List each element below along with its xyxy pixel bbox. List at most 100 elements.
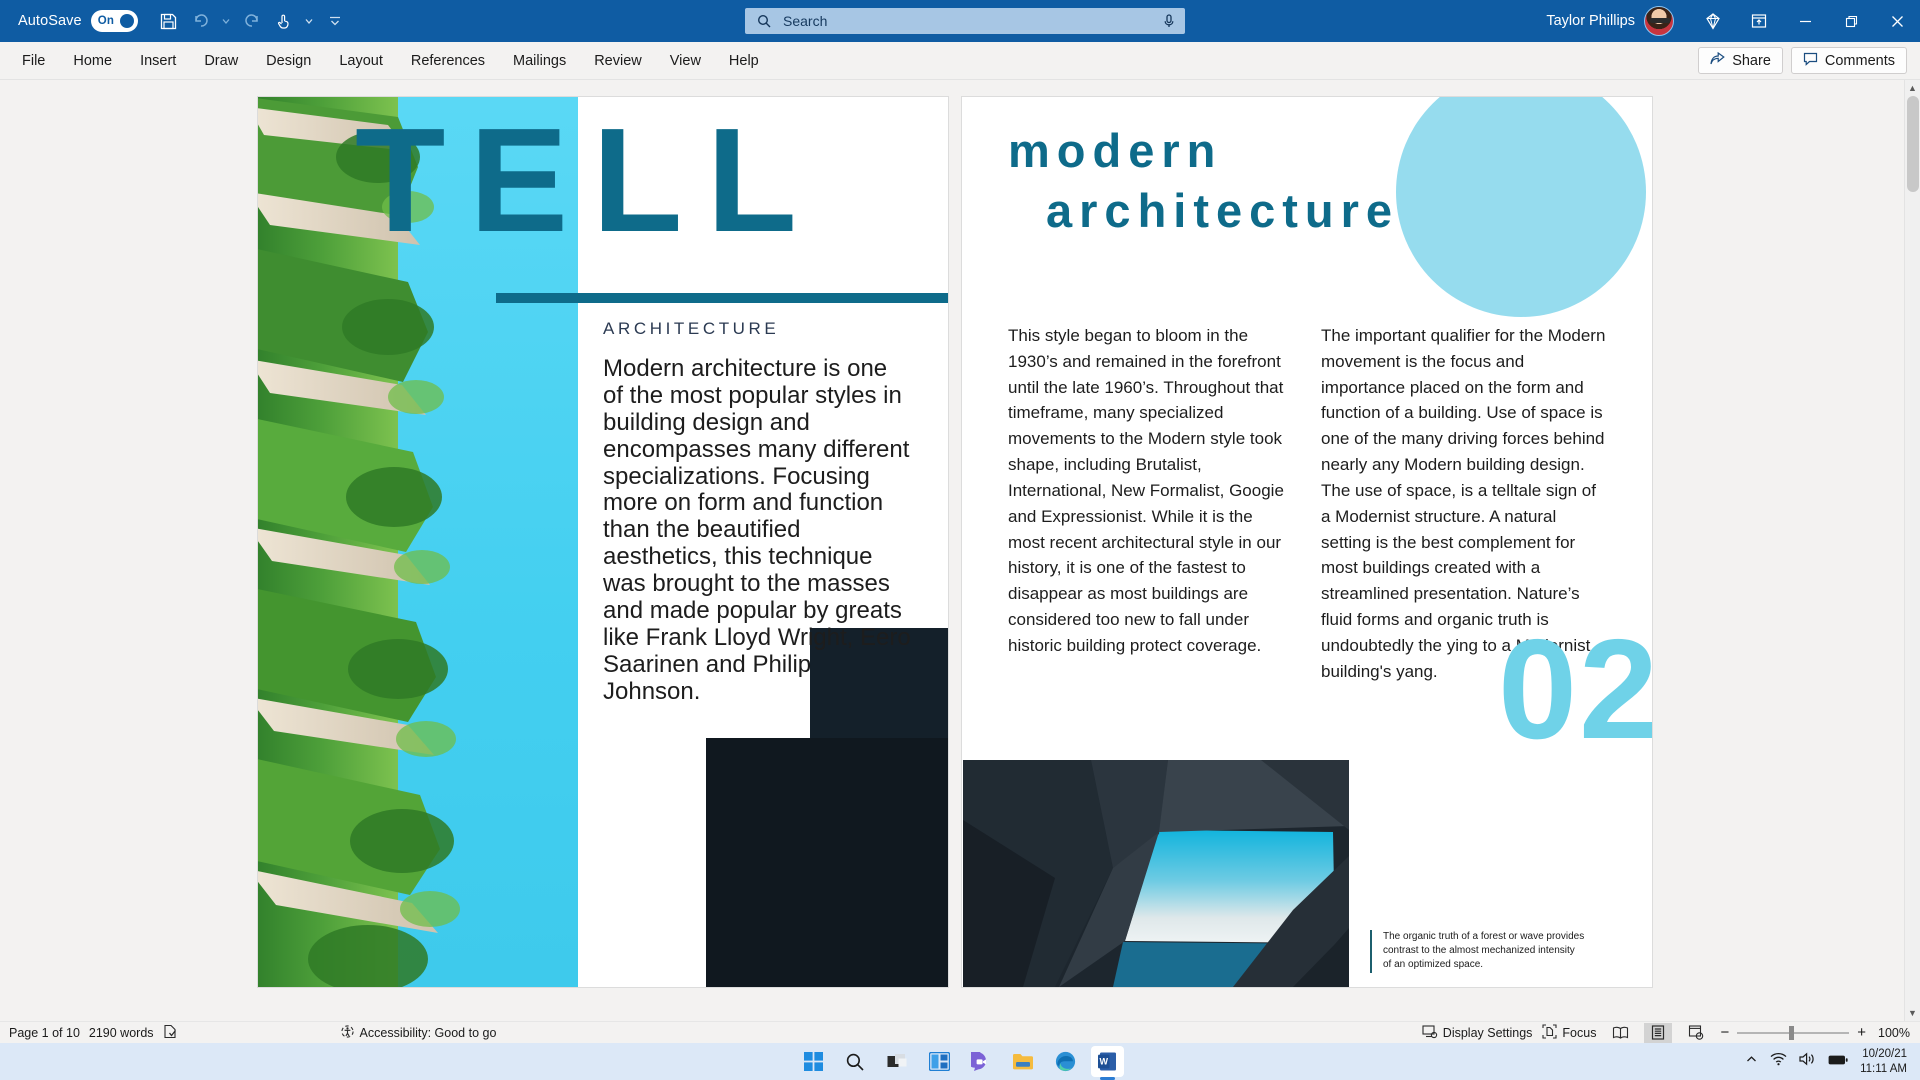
page-indicator[interactable]: Page 1 of 10 — [9, 1026, 80, 1040]
widgets-button[interactable] — [923, 1046, 956, 1077]
photo-caption: The organic truth of a forest or wave pr… — [1370, 930, 1585, 973]
chat-button[interactable] — [965, 1046, 998, 1077]
display-settings-icon — [1422, 1024, 1438, 1042]
customize-qat-icon[interactable] — [320, 6, 350, 36]
file-explorer-button[interactable] — [1007, 1046, 1040, 1077]
scrollbar-thumb[interactable] — [1907, 96, 1919, 192]
autosave-toggle[interactable]: On — [90, 10, 138, 32]
zoom-in-button[interactable]: + — [1857, 1024, 1866, 1041]
tab-home[interactable]: Home — [59, 47, 126, 75]
task-view-button[interactable] — [881, 1046, 914, 1077]
photo-geometry — [963, 760, 1349, 987]
ribbon-tab-bar: File Home Insert Draw Design Layout Refe… — [0, 42, 1920, 80]
autosave-control[interactable]: AutoSave On — [18, 10, 138, 32]
tab-draw[interactable]: Draw — [190, 47, 252, 75]
tab-layout[interactable]: Layout — [325, 47, 397, 75]
focus-button[interactable]: Focus — [1542, 1023, 1596, 1042]
decorative-circle — [1396, 97, 1646, 317]
concrete-interior-photo — [963, 760, 1349, 987]
body-column-1: This style began to bloom in the 1930’s … — [1008, 326, 1284, 655]
redo-icon[interactable] — [237, 6, 267, 36]
search-icon — [757, 14, 772, 29]
comment-icon — [1803, 52, 1818, 70]
title-line-modern: modern — [1008, 124, 1223, 177]
svg-text:W: W — [1099, 1056, 1108, 1066]
document-page-left[interactable]: TELL ARCHITECTURE Modern architecture is… — [258, 97, 948, 987]
left-page-body-paragraph: Modern architecture is one of the most p… — [603, 355, 911, 705]
read-mode-view-button[interactable] — [1606, 1023, 1634, 1043]
avatar[interactable] — [1644, 6, 1674, 36]
document-page-right[interactable]: modern architecture This style began to … — [962, 97, 1652, 987]
restore-button[interactable] — [1828, 0, 1874, 42]
office-diamond-icon[interactable] — [1690, 0, 1736, 42]
web-layout-view-button[interactable] — [1682, 1023, 1710, 1043]
tab-view[interactable]: View — [656, 47, 715, 75]
autosave-state-label: On — [97, 15, 115, 27]
photo-caption-text: The organic truth of a forest or wave pr… — [1383, 931, 1585, 971]
vertical-scrollbar[interactable]: ▲ ▼ — [1904, 80, 1920, 1021]
status-bar-left: Page 1 of 10 2190 words Accessibility: G… — [9, 1024, 496, 1042]
zoom-slider-thumb[interactable] — [1789, 1025, 1795, 1040]
search-box[interactable] — [745, 8, 1185, 34]
section-eyebrow-architecture: ARCHITECTURE — [603, 319, 780, 338]
left-page-text-block[interactable]: ARCHITECTURE Modern architecture is one … — [603, 319, 913, 705]
title-line-architecture: architecture — [1046, 184, 1400, 238]
undo-dropdown-icon[interactable] — [218, 6, 235, 36]
microphone-icon[interactable] — [1162, 13, 1176, 29]
search-input[interactable] — [783, 13, 1162, 29]
ribbon-tabs: File Home Insert Draw Design Layout Refe… — [8, 47, 773, 75]
print-layout-view-button[interactable] — [1644, 1022, 1673, 1043]
page-heading-tell: TELL — [355, 98, 821, 263]
tab-mailings[interactable]: Mailings — [499, 47, 580, 75]
title-bar: AutoSave On Architecture - Saved to OneD — [0, 0, 1920, 42]
right-page-title: modern architecture — [1008, 121, 1399, 241]
quick-access-toolbar — [154, 6, 350, 36]
tab-insert[interactable]: Insert — [126, 47, 190, 75]
autosave-toggle-knob — [119, 14, 134, 28]
tab-review[interactable]: Review — [580, 47, 656, 75]
comments-button[interactable]: Comments — [1790, 47, 1907, 74]
word-count[interactable]: 2190 words — [89, 1026, 154, 1040]
status-bar-right: Display Settings Focus − + 100% — [1422, 1022, 1910, 1043]
user-name: Taylor Phillips — [1546, 13, 1635, 29]
ribbon-right-group: Share Comments — [1698, 47, 1907, 74]
focus-icon — [1542, 1023, 1557, 1042]
accessibility-status[interactable]: Accessibility: Good to go — [340, 1024, 497, 1042]
zoom-control[interactable]: − + 100% — [1720, 1024, 1910, 1041]
undo-icon[interactable] — [186, 6, 216, 36]
heading-underline-rule — [496, 293, 948, 303]
scroll-down-arrow-icon[interactable]: ▼ — [1905, 1005, 1920, 1021]
tab-design[interactable]: Design — [252, 47, 325, 75]
page-spread: TELL ARCHITECTURE Modern architecture is… — [258, 97, 1652, 987]
status-bar: Page 1 of 10 2190 words Accessibility: G… — [0, 1021, 1920, 1043]
page-number-02: 02 — [1498, 610, 1652, 769]
share-button[interactable]: Share — [1698, 47, 1783, 74]
display-settings-button[interactable]: Display Settings — [1422, 1024, 1532, 1042]
touch-mode-icon[interactable] — [269, 6, 299, 36]
tab-help[interactable]: Help — [715, 47, 773, 75]
accessibility-icon — [340, 1024, 355, 1042]
titlebar-right-group: Taylor Phillips — [1546, 0, 1920, 42]
tab-file[interactable]: File — [8, 47, 59, 75]
document-canvas[interactable]: TELL ARCHITECTURE Modern architecture is… — [0, 80, 1920, 1021]
scroll-up-arrow-icon[interactable]: ▲ — [1905, 80, 1920, 96]
accessibility-label: Accessibility: Good to go — [359, 1025, 497, 1040]
start-button[interactable] — [797, 1046, 830, 1077]
zoom-slider[interactable] — [1737, 1025, 1850, 1040]
ribbon-display-options-icon[interactable] — [1736, 0, 1782, 42]
touch-dropdown-icon[interactable] — [301, 6, 318, 36]
word-button[interactable]: W — [1090, 1046, 1124, 1080]
taskbar: W 10/20/21 11:11 AM — [0, 1043, 1920, 1080]
edge-button[interactable] — [1049, 1046, 1082, 1077]
minimize-button[interactable] — [1782, 0, 1828, 42]
search-taskbar-button[interactable] — [839, 1046, 872, 1077]
share-label: Share — [1732, 52, 1771, 69]
close-button[interactable] — [1874, 0, 1920, 42]
save-icon[interactable] — [154, 6, 184, 36]
taskbar-items: W — [0, 1046, 1920, 1080]
zoom-level-label[interactable]: 100% — [1874, 1026, 1910, 1040]
zoom-out-button[interactable]: − — [1720, 1024, 1729, 1041]
proofing-errors-icon[interactable] — [163, 1024, 177, 1042]
decorative-dark-block-2 — [706, 738, 948, 987]
tab-references[interactable]: References — [397, 47, 499, 75]
